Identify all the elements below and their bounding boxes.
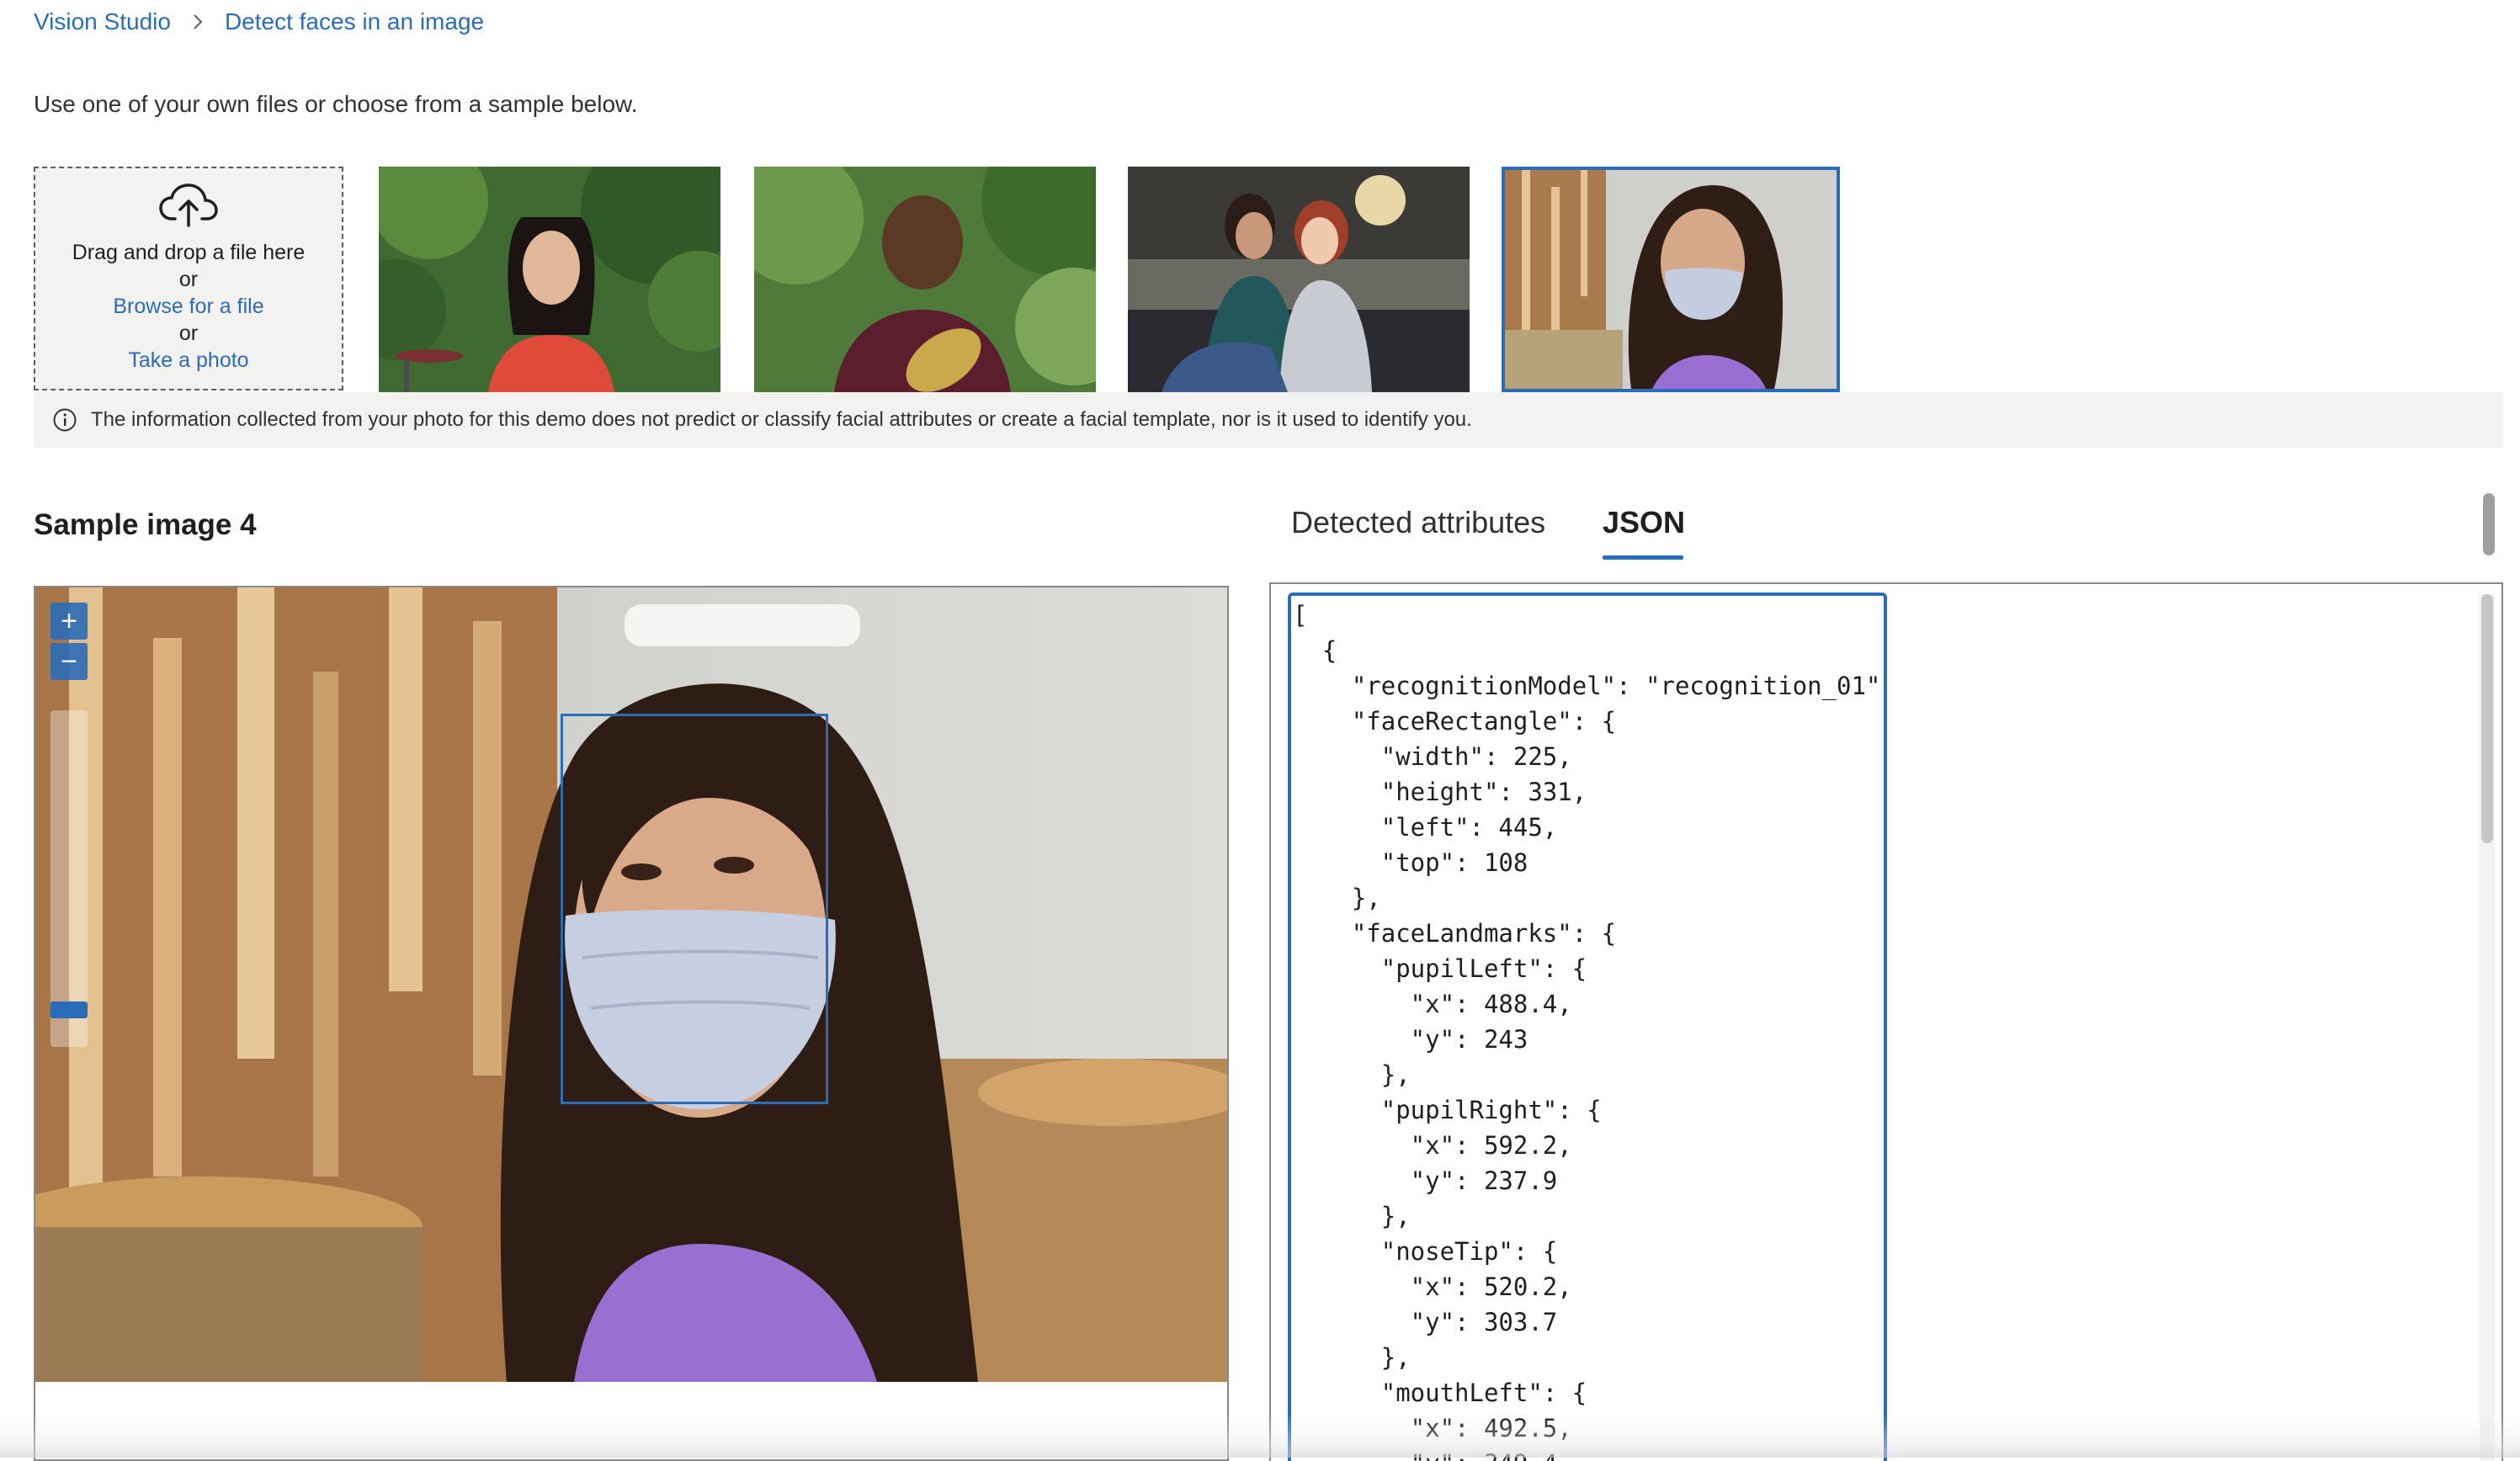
- image-viewer: + −: [34, 586, 1229, 1461]
- breadcrumb: Vision Studio Detect faces in an image: [34, 5, 484, 39]
- or-text: or: [178, 268, 199, 291]
- json-output[interactable]: [ { "recognitionModel": "recognition_01"…: [1288, 592, 1887, 1461]
- intro-text: Use one of your own files or choose from…: [34, 91, 638, 117]
- browse-file-link[interactable]: Browse for a file: [113, 293, 263, 320]
- json-panel: [ { "recognitionModel": "recognition_01"…: [1269, 582, 2503, 1461]
- file-dropzone[interactable]: Drag and drop a file here or Browse for …: [34, 167, 343, 390]
- zoom-slider-track[interactable]: [51, 710, 88, 1047]
- zoom-out-button[interactable]: −: [51, 643, 88, 680]
- active-tab-indicator: [1603, 555, 1683, 560]
- zoom-in-button[interactable]: +: [51, 603, 88, 640]
- breadcrumb-vision-studio-link[interactable]: Vision Studio: [34, 8, 171, 35]
- sample-thumbnail-1[interactable]: [379, 167, 720, 392]
- drag-drop-text: Drag and drop a file here: [72, 241, 306, 264]
- sample-thumbnail-2[interactable]: [754, 167, 1096, 392]
- take-photo-link[interactable]: Take a photo: [128, 347, 248, 374]
- info-icon: [52, 407, 77, 433]
- breadcrumb-current-link[interactable]: Detect faces in an image: [225, 8, 484, 35]
- json-text: [ { "recognitionModel": "recognition_01"…: [1293, 601, 1887, 1461]
- tab-detected-attributes[interactable]: Detected attributes: [1291, 505, 1545, 540]
- face-bounding-box: [561, 714, 828, 1104]
- tab-json[interactable]: JSON: [1603, 505, 1685, 540]
- or-text: or: [178, 321, 199, 345]
- chevron-right-icon: [191, 13, 205, 31]
- zoom-slider-handle[interactable]: [51, 1001, 88, 1018]
- privacy-info-text: The information collected from your phot…: [91, 408, 1472, 431]
- result-title: Sample image 4: [34, 508, 257, 541]
- sample-thumbnail-3[interactable]: [1128, 167, 1470, 392]
- privacy-info-bar: The information collected from your phot…: [34, 392, 2503, 448]
- cloud-upload-icon: [158, 182, 219, 236]
- json-scrollbar-thumb[interactable]: [2481, 594, 2493, 843]
- sample-thumbnail-4[interactable]: [1502, 167, 1840, 392]
- page-scrollbar-thumb[interactable]: [2483, 493, 2495, 555]
